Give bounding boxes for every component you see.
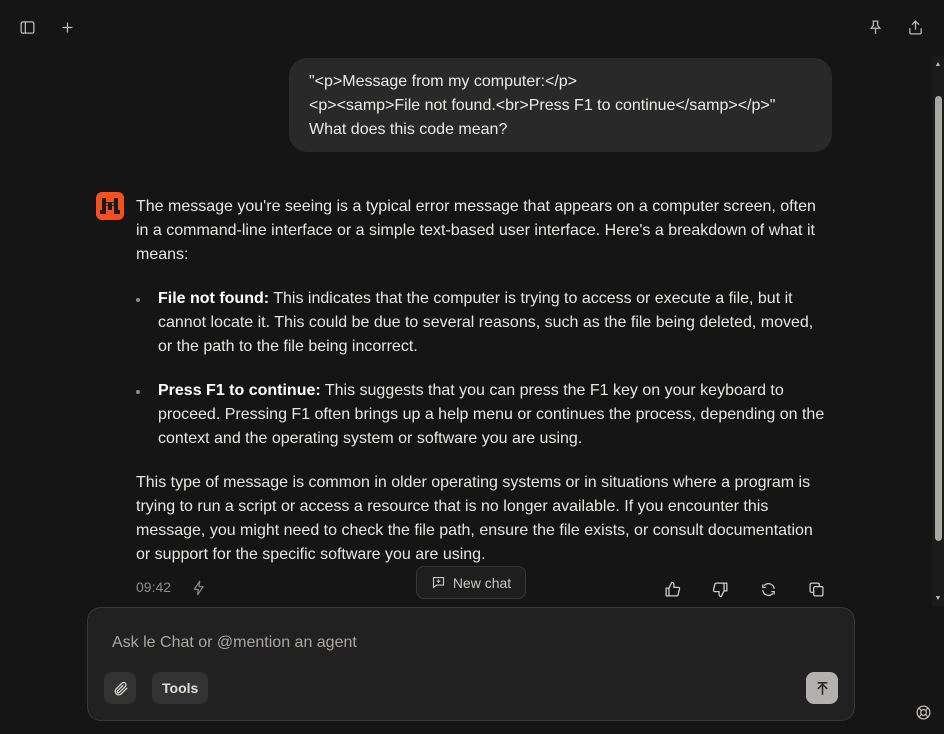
thumbs-up-icon (664, 581, 680, 597)
message-timestamp: 09:42 (136, 579, 172, 595)
scroll-down-arrow-icon[interactable]: ▼ (932, 592, 944, 604)
sidebar-toggle-icon (19, 20, 35, 34)
response-bullet-list: File not found: This indicates that the … (136, 287, 826, 451)
new-chat-button[interactable]: New chat (416, 566, 526, 599)
help-button[interactable] (912, 701, 934, 723)
list-item: File not found: This indicates that the … (136, 287, 826, 359)
regenerate-icon (761, 582, 775, 596)
assistant-response: The message you're seeing is a typical e… (136, 195, 826, 567)
new-chat-label: New chat (452, 574, 512, 591)
share-button[interactable] (902, 14, 928, 40)
copy-button[interactable] (804, 577, 828, 601)
scroll-up-arrow-icon[interactable]: ▲ (932, 58, 944, 70)
send-button[interactable] (806, 672, 838, 704)
user-message-line: "<p>Message from my computer:</p> (309, 73, 578, 90)
attach-button[interactable] (104, 672, 136, 704)
pin-button[interactable] (862, 14, 888, 40)
pin-icon (869, 19, 881, 34)
new-chat-plus-button[interactable] (54, 14, 80, 40)
thumbs-down-icon (712, 581, 728, 597)
user-message-line: What does this code mean? (309, 121, 508, 138)
lifebuoy-icon (915, 704, 931, 720)
bullet-term: Press F1 to continue: (158, 382, 321, 399)
scroll-thumb[interactable] (935, 96, 942, 541)
copy-icon (808, 581, 824, 597)
regenerate-button[interactable] (756, 577, 780, 601)
bolt-icon[interactable] (191, 579, 207, 597)
le-chat-cat-icon (100, 198, 120, 214)
scrollbar[interactable]: ▲ ▼ (932, 56, 944, 606)
plus-icon (62, 22, 72, 32)
response-conclusion: This type of message is common in older … (136, 474, 813, 563)
paperclip-icon (114, 681, 128, 695)
chat-input[interactable] (112, 634, 812, 652)
list-item: Press F1 to continue: This suggests that… (136, 379, 826, 451)
chat-app: ▲ ▼ "<p>Message from my computer:</p> <p… (0, 0, 944, 734)
chat-bubble-plus-icon (432, 576, 444, 589)
bullet-term: File not found: (158, 290, 270, 307)
message-composer: Tools (87, 607, 855, 721)
response-intro: The message you're seeing is a typical e… (136, 198, 816, 263)
thumbs-down-button[interactable] (708, 577, 732, 601)
user-message-bubble: "<p>Message from my computer:</p> <p><sa… (289, 58, 832, 152)
user-message-line: <p><samp>File not found.<br>Press F1 to … (309, 97, 776, 114)
tools-button[interactable]: Tools (152, 672, 209, 704)
share-icon (908, 19, 922, 35)
send-arrow-icon (816, 681, 828, 695)
sidebar-toggle-button[interactable] (14, 14, 40, 40)
assistant-avatar (96, 192, 124, 220)
thumbs-up-button[interactable] (660, 577, 684, 601)
